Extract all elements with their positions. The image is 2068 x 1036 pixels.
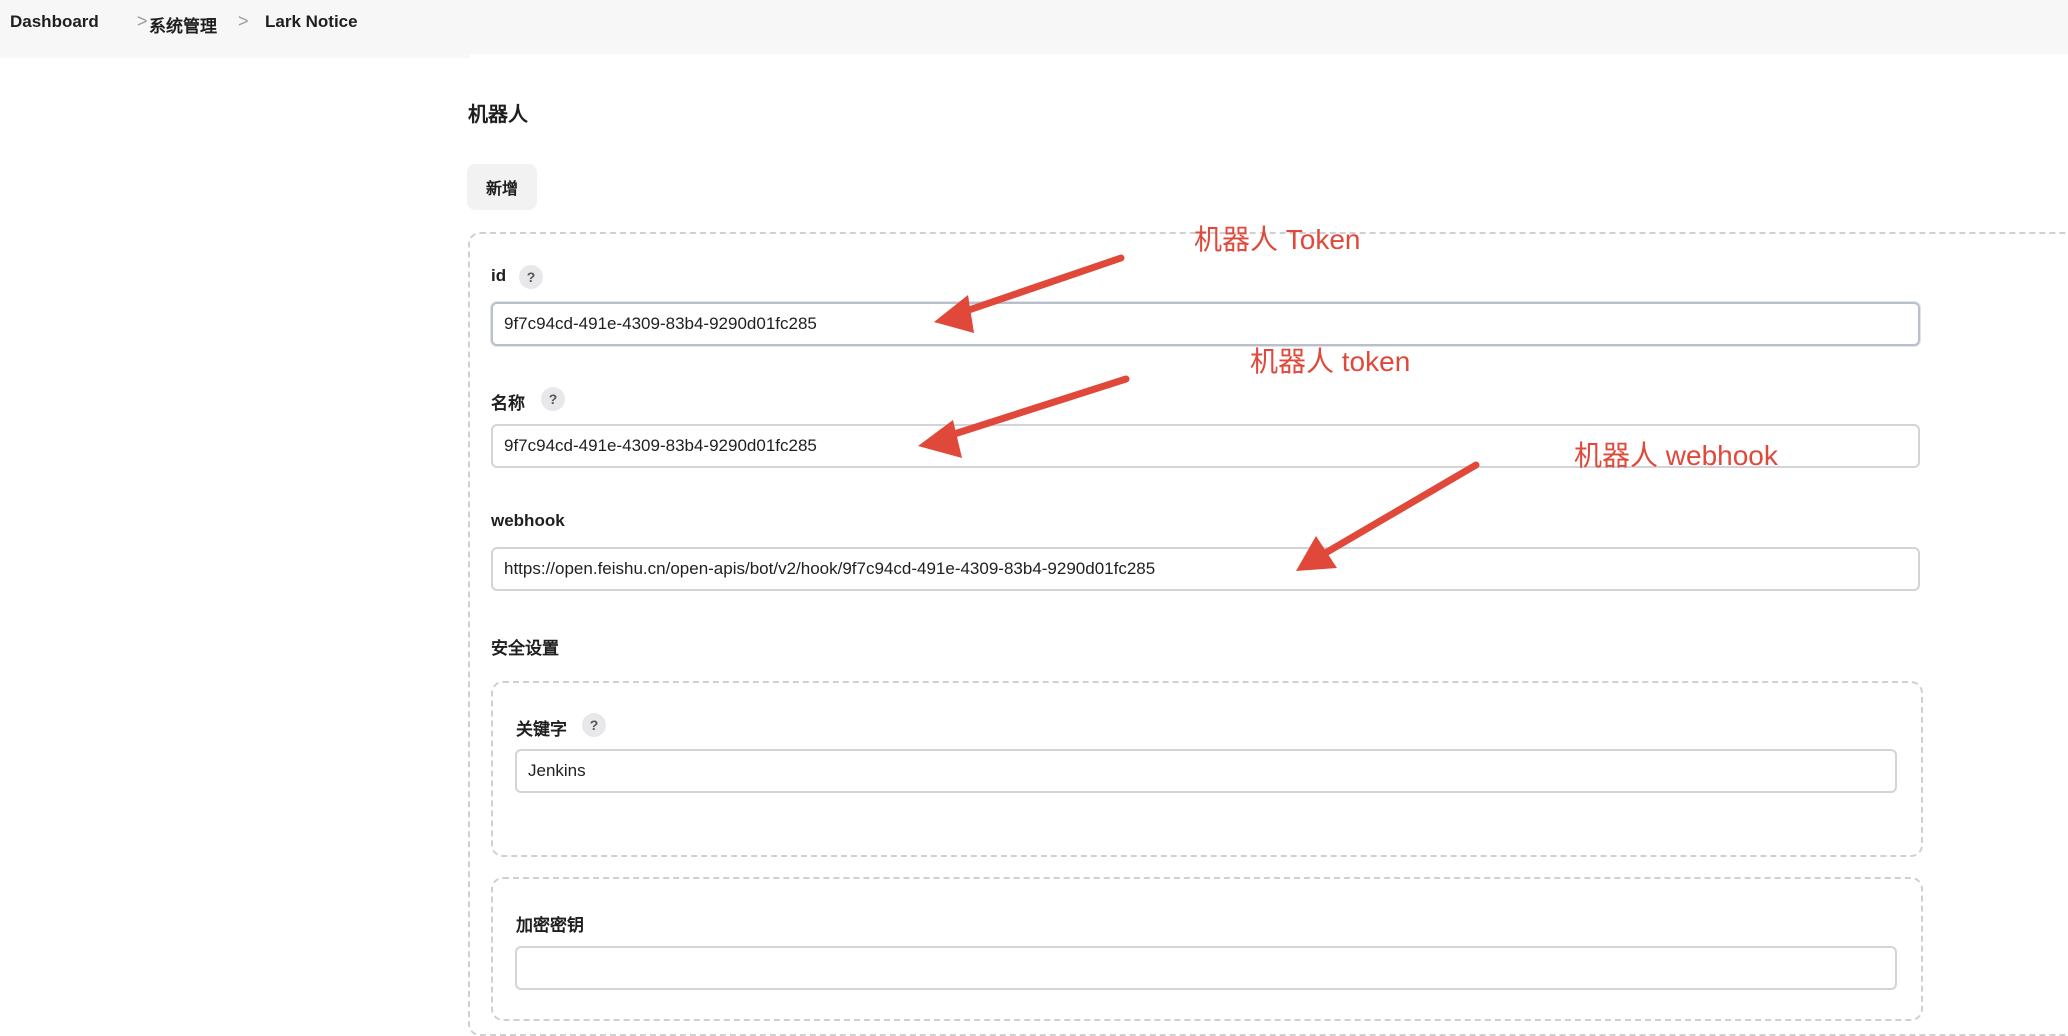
- id-help-icon[interactable]: ?: [519, 265, 543, 289]
- annotation-token-lower: 机器人 token: [1250, 346, 1411, 377]
- add-button[interactable]: 新增: [467, 164, 537, 210]
- id-label: id: [491, 266, 507, 285]
- keyword-input[interactable]: Jenkins: [515, 749, 1897, 793]
- breadcrumb-lark-notice[interactable]: Lark Notice: [265, 12, 358, 32]
- secret-label: 加密密钥: [516, 916, 584, 935]
- annotation-token-upper: 机器人 Token: [1194, 224, 1361, 255]
- secret-input[interactable]: [515, 946, 1897, 990]
- name-label: 名称: [491, 394, 525, 413]
- webhook-label: webhook: [491, 511, 565, 530]
- id-input[interactable]: 9f7c94cd-491e-4309-83b4-9290d01fc285: [491, 302, 1920, 346]
- breadcrumb-system-management[interactable]: 系统管理: [149, 12, 217, 37]
- annotation-webhook: 机器人 webhook: [1574, 440, 1778, 471]
- security-settings-title: 安全设置: [491, 639, 559, 658]
- chevron-right-icon: >: [238, 11, 249, 31]
- keyword-help-icon[interactable]: ?: [582, 713, 606, 737]
- breadcrumb: Dashboard > 系统管理 > Lark Notice: [0, 0, 2068, 54]
- webhook-input[interactable]: https://open.feishu.cn/open-apis/bot/v2/…: [491, 547, 1920, 591]
- name-help-icon[interactable]: ?: [541, 387, 565, 411]
- chevron-right-icon: >: [137, 11, 148, 31]
- breadcrumb-shadow: [0, 54, 470, 58]
- keyword-label: 关键字: [516, 720, 567, 739]
- section-title: 机器人: [468, 104, 528, 126]
- breadcrumb-dashboard[interactable]: Dashboard: [10, 12, 99, 32]
